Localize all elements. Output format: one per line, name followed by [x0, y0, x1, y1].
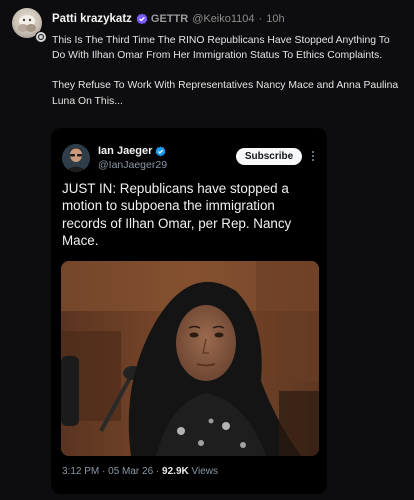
- post-paragraph: This Is The Third Time The RINO Republic…: [52, 35, 390, 62]
- embed-handle[interactable]: @IanJaeger29: [98, 159, 167, 171]
- embed-views-label: Views: [188, 466, 219, 477]
- subscribe-button[interactable]: Subscribe: [236, 148, 302, 165]
- embed-avatar[interactable]: [62, 144, 90, 172]
- more-options-icon[interactable]: [309, 149, 317, 163]
- source-label: GETTR: [150, 13, 189, 25]
- embed-views-count: 92.9K: [162, 466, 189, 477]
- embed-meta: 3:12 PM · 05 Mar 26 · 92.9K Views: [62, 466, 218, 477]
- post: Patti krazykatz GETTR @Keiko1104 · 10h T…: [0, 0, 414, 500]
- embed-name-row: Ian Jaeger: [98, 145, 166, 157]
- verified-badge-icon: [136, 13, 148, 25]
- post-text: This Is The Third Time The RINO Republic…: [52, 33, 402, 124]
- embed-text: JUST IN: Republicans have stopped a moti…: [62, 181, 292, 249]
- embed-photo[interactable]: [61, 261, 319, 456]
- post-header: Patti krazykatz GETTR @Keiko1104 · 10h: [52, 12, 285, 26]
- display-name[interactable]: Patti krazykatz: [52, 13, 132, 25]
- post-time[interactable]: 10h: [266, 13, 284, 25]
- user-handle[interactable]: @Keiko1104: [192, 13, 254, 25]
- embed-display-name[interactable]: Ian Jaeger: [98, 145, 152, 157]
- embed-timestamp[interactable]: 3:12 PM · 05 Mar 26 ·: [62, 466, 162, 477]
- verified-badge-icon: [155, 145, 166, 157]
- embedded-tweet-card[interactable]: Ian Jaeger @IanJaeger29 JUST IN: Republi…: [51, 128, 327, 494]
- separator: ·: [258, 13, 263, 25]
- post-paragraph: They Refuse To Work With Representatives…: [52, 80, 399, 107]
- gettr-source-icon: [35, 31, 47, 43]
